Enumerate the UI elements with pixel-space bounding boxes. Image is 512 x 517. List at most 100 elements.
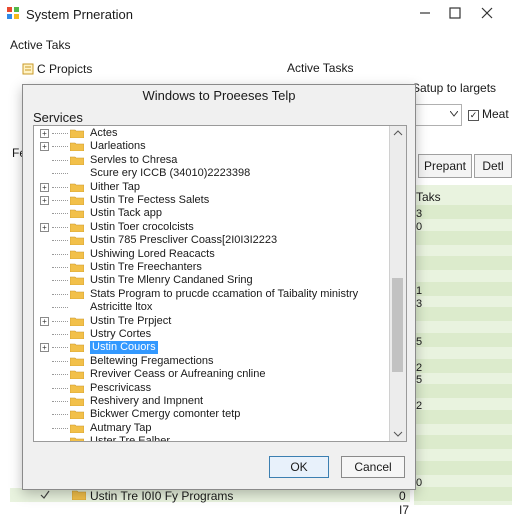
tasks-column-header: Taks <box>416 190 441 204</box>
tree-item[interactable]: Pescrivicass <box>34 382 390 395</box>
tree-item-label: Ustin 785 Prescliver Coass[2I0I3I2223 <box>90 234 278 247</box>
tree-connector <box>52 374 68 376</box>
section-title: Active Taks <box>10 38 71 52</box>
tree-item-label: Actes <box>90 127 118 139</box>
tree-item[interactable]: Stats Program to prucde ccamation of Tai… <box>34 288 390 301</box>
tree-item-label: Uither Tap <box>90 180 140 193</box>
scroll-up-icon[interactable] <box>390 126 406 140</box>
folder-icon <box>70 370 84 380</box>
row-stripe <box>414 486 512 501</box>
tree-item-label: Ustin Tre Mlenry Candaned Sring <box>90 274 253 287</box>
folder-icon <box>70 357 84 366</box>
ok-button[interactable]: OK <box>269 456 329 478</box>
tree-item[interactable]: + Ustin Tre Prpject <box>34 315 390 328</box>
maximize-button[interactable] <box>446 4 464 22</box>
active-tasks-label: Active Tasks <box>287 61 354 75</box>
tree-item-label: Beltewing Fregamections <box>90 354 214 367</box>
setup-targets-label: Satup to largets <box>412 81 497 95</box>
tree-item[interactable]: + Actes <box>34 127 390 140</box>
tree-connector <box>52 240 68 242</box>
tree-connector <box>52 186 68 188</box>
tree-item[interactable]: Scure ery ICCB (34010)2223398 <box>34 167 390 180</box>
tree-item-label: Reshivery and Impnent <box>90 395 204 407</box>
tree-connector <box>52 401 68 402</box>
tree-item[interactable]: Autmary Tap <box>34 422 390 435</box>
meat-checkbox[interactable]: ✓ Meat <box>468 107 509 121</box>
scroll-thumb[interactable] <box>392 278 403 372</box>
minimize-button[interactable] <box>416 4 434 22</box>
tree-item[interactable]: Bickwer Cmergy comonter tetp <box>34 408 390 421</box>
tree-item-label: Uster Tre Ealher <box>90 435 171 442</box>
tree-connector <box>52 159 68 161</box>
tree-item[interactable]: Servles to Chresa <box>34 154 390 167</box>
tab-prepant[interactable]: Prepant <box>418 154 472 178</box>
expand-icon[interactable]: + <box>40 129 49 138</box>
services-tree[interactable]: + Actes + Uarleations Servles to Chresa Scure… <box>33 125 407 442</box>
services-label: Services <box>33 110 83 125</box>
expand-icon[interactable]: + <box>40 142 49 152</box>
tree-item[interactable]: Astricitte ltox <box>34 301 390 314</box>
tree-item[interactable]: Ustin Tre Freechanters <box>34 261 390 274</box>
tree-connector <box>52 320 68 322</box>
row-stripe <box>414 307 512 322</box>
tree-item[interactable]: Ustin 785 Prescliver Coass[2I0I3I2223 <box>34 234 390 247</box>
dialog-title: Windows to Proeeses Telp <box>142 88 296 103</box>
scroll-down-icon[interactable] <box>390 427 406 441</box>
tree-item-label: Ustry Cortes <box>90 328 152 340</box>
task-number: 5 <box>416 336 423 348</box>
folder-icon <box>70 384 84 393</box>
folder-icon <box>70 344 84 353</box>
expand-icon[interactable]: + <box>40 343 49 353</box>
row-stripe <box>414 384 512 399</box>
tree-item-label: Ushiwing Lored Reacacts <box>90 247 215 260</box>
row-stripe <box>414 358 512 373</box>
tree-item[interactable]: Ustry Cortes <box>34 328 390 341</box>
folder-icon <box>70 330 84 339</box>
tree-item[interactable]: Ustin Tre Mlenry Candaned Sring <box>34 274 390 287</box>
tree-item[interactable]: Rreviver Ceass or Aufreaning cnline <box>34 368 390 381</box>
close-button[interactable] <box>478 4 496 22</box>
folder-icon <box>70 196 84 205</box>
tree-item[interactable]: + Uarleations <box>34 140 390 153</box>
tree-item[interactable]: Uster Tre Ealher <box>34 435 390 442</box>
tree-item[interactable]: + Ustin Couors <box>34 341 390 355</box>
row-stripe <box>414 281 512 296</box>
task-number: 3 <box>416 208 423 220</box>
tree-item[interactable]: + Ustin Toer crocolcists <box>34 221 390 234</box>
task-number: 2 <box>416 361 423 374</box>
folder-icon <box>70 143 84 152</box>
tab-detl[interactable]: Detl <box>474 154 512 178</box>
tree-item[interactable]: + Ustin Tre Fectess Salets <box>34 194 390 207</box>
c-properties-item[interactable]: C Propicts <box>22 62 92 76</box>
tree-item[interactable]: Reshivery and Impnent <box>34 395 390 408</box>
expand-icon[interactable]: + <box>40 316 49 326</box>
expand-icon[interactable]: + <box>40 182 49 192</box>
expand-icon[interactable]: + <box>40 222 49 232</box>
folder-icon <box>70 156 84 165</box>
targets-dropdown[interactable] <box>410 104 462 126</box>
row-stripe <box>414 333 512 347</box>
row-stripe <box>414 435 512 450</box>
bottom-row-label[interactable]: Ustin Tre I0I0 Fy Programs <box>90 489 233 503</box>
tasks-column <box>414 185 512 505</box>
tree-connector <box>52 267 68 268</box>
tree-item[interactable]: + Uither Tap <box>34 181 390 194</box>
expand-icon[interactable]: + <box>40 196 49 205</box>
folder-icon <box>70 317 84 326</box>
tree-item-label: Ustin Tre Freechanters <box>90 261 202 273</box>
tree-connector <box>52 226 68 228</box>
tree-scrollbar[interactable] <box>389 126 406 441</box>
cancel-button[interactable]: Cancel <box>341 456 405 478</box>
row-stripe <box>414 205 512 219</box>
tree-connector <box>52 307 68 309</box>
folder-icon <box>70 424 84 433</box>
tree-item[interactable]: Ushiwing Lored Reacacts <box>34 248 390 261</box>
tree-connector <box>52 427 68 429</box>
tree-connector <box>52 387 68 389</box>
tree-item[interactable]: Beltewing Fregamections <box>34 355 390 368</box>
tree-item[interactable]: Ustin Tack app <box>34 207 390 220</box>
app-icon <box>7 7 19 19</box>
tree-connector <box>52 173 68 175</box>
processes-dialog: Windows to Proeeses Telp Services + Actes… <box>22 84 416 490</box>
tree-item-label: Ustin Toer crocolcists <box>90 220 194 233</box>
